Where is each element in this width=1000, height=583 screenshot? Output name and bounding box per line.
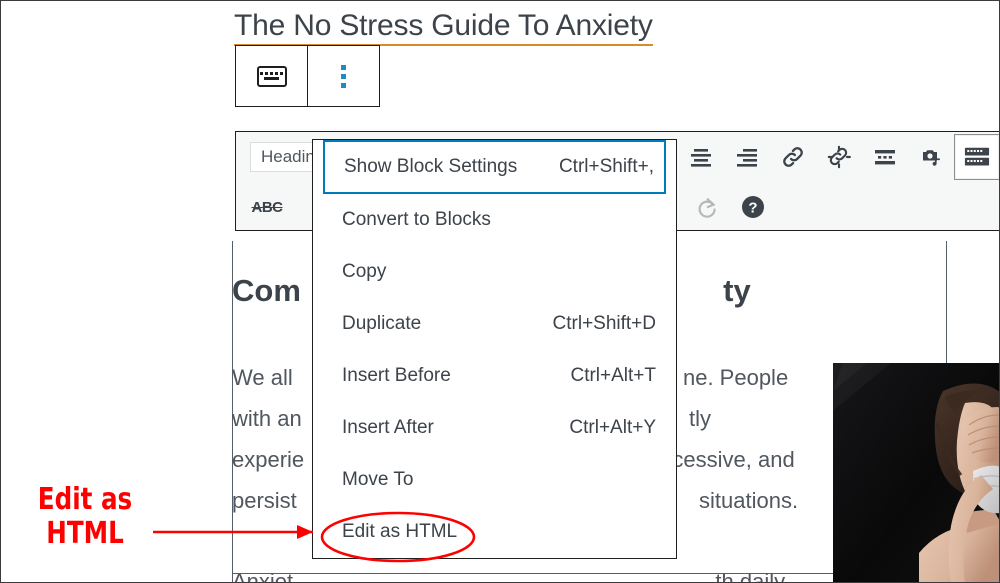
menu-item-label: Insert After [342, 417, 434, 438]
block-type-keyboard-button[interactable] [236, 46, 307, 106]
menu-item-insert-after[interactable]: Insert After Ctrl+Alt+Y [313, 402, 676, 454]
page-title: The No Stress Guide To Anxiety [234, 9, 653, 46]
block-options-dropdown-menu: Show Block Settings Ctrl+Shift+, Convert… [312, 139, 677, 559]
menu-item-shortcut: Ctrl+Alt+Y [569, 417, 656, 438]
menu-item-show-block-settings[interactable]: Show Block Settings Ctrl+Shift+, [323, 140, 666, 194]
line-left: experie [232, 447, 305, 472]
line-right: th daily [715, 569, 786, 583]
unlink-icon[interactable] [816, 134, 862, 180]
content-paragraph-2[interactable]: Anxiet th daily [232, 561, 832, 583]
line-left: persist [232, 488, 297, 513]
menu-item-label: Show Block Settings [344, 156, 518, 177]
menu-item-insert-before[interactable]: Insert Before Ctrl+Alt+T [313, 350, 676, 402]
menu-item-edit-as-html[interactable]: Edit as HTML [313, 506, 676, 558]
menu-item-copy[interactable]: Copy [313, 246, 676, 298]
menu-item-label: Duplicate [342, 313, 422, 334]
menu-item-shortcut: Ctrl+Shift+, [558, 156, 654, 177]
menu-item-shortcut: Ctrl+Alt+T [570, 365, 656, 386]
help-icon[interactable]: ? [730, 184, 776, 230]
menu-item-label: Insert Before [342, 365, 451, 386]
line-left: with an [232, 406, 302, 431]
line-right: situations. [699, 488, 799, 513]
menu-item-label: Edit as HTML [342, 521, 458, 542]
block-toolbar [235, 45, 380, 107]
align-center-icon[interactable] [678, 134, 724, 180]
menu-item-label: Copy [342, 261, 387, 282]
annotation-label: Edit as HTML [36, 483, 134, 551]
content-heading-right: ty [723, 273, 751, 308]
menu-item-label: Convert to Blocks [342, 209, 491, 230]
redo-icon[interactable] [684, 184, 730, 230]
media-icon[interactable] [908, 134, 954, 180]
content-image[interactable] [833, 363, 999, 582]
link-icon[interactable] [770, 134, 816, 180]
svg-text:?: ? [748, 200, 757, 217]
screenshot-root: The No Stress Guide To Anxiety Heading A… [0, 0, 1000, 583]
kebab-menu-icon [341, 64, 346, 88]
line-left: Anxiet [232, 569, 294, 583]
line-right: tly [688, 406, 711, 431]
content-heading-left: Com [232, 273, 301, 308]
line-left: We all [232, 365, 293, 390]
menu-item-duplicate[interactable]: Duplicate Ctrl+Shift+D [313, 298, 676, 350]
toolbar-toggle-icon[interactable] [954, 134, 999, 180]
line-right: ne. People [682, 365, 789, 390]
annotation-arrow-head [297, 525, 313, 539]
menu-item-move-to[interactable]: Move To [313, 454, 676, 506]
block-more-options-button[interactable] [308, 46, 379, 106]
align-right-icon[interactable] [724, 134, 770, 180]
menu-item-label: Move To [342, 469, 414, 490]
annotation-line-2: HTML [46, 516, 124, 551]
menu-item-shortcut: Ctrl+Shift+D [552, 313, 656, 334]
line-right: cessive, and [672, 447, 795, 472]
read-more-icon[interactable] [862, 134, 908, 180]
keyboard-icon [256, 65, 287, 87]
annotation-line-1: Edit as [37, 482, 133, 517]
menu-item-convert-to-blocks[interactable]: Convert to Blocks [313, 194, 676, 246]
strikethrough-icon[interactable]: ABC [244, 184, 290, 230]
